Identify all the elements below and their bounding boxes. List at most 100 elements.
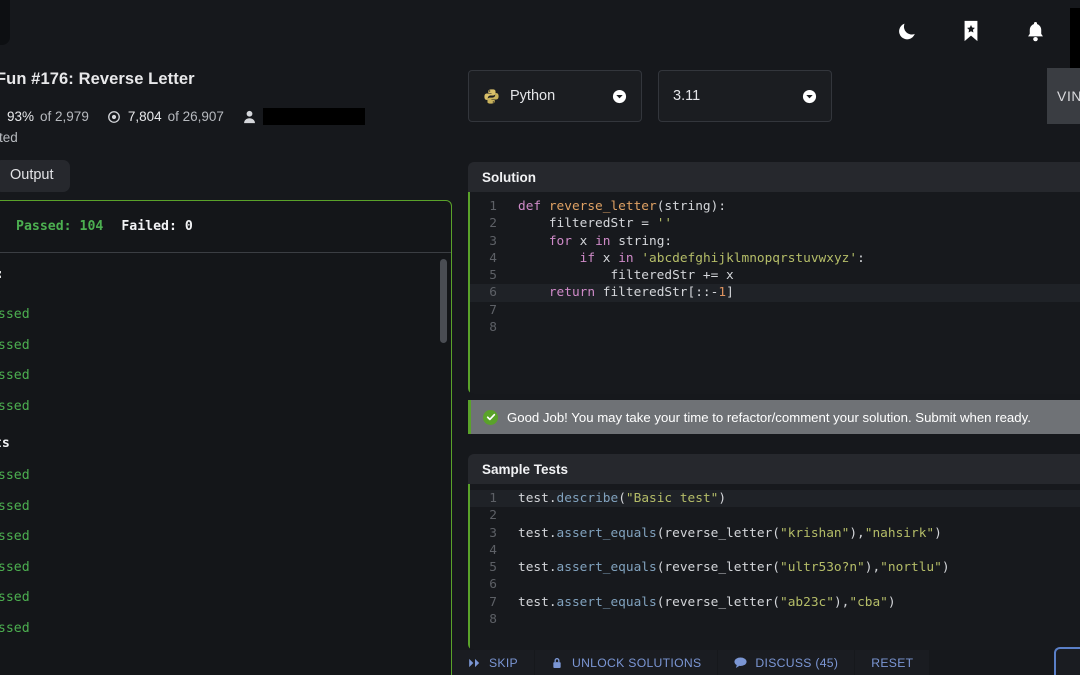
code-line-content: return filteredStr[::-1]: [548, 285, 734, 301]
language-select-value: Python: [510, 88, 556, 104]
left-panel: e Fun #176: Reverse Letter 93% of 2,979 …: [0, 62, 452, 675]
code-line-content: [506, 611, 518, 628]
line-number: 2: [489, 216, 497, 232]
code-line[interactable]: 3 test.assert_equals(reverse_letter("kris…: [470, 525, 1080, 542]
satisfaction-icon: [0, 109, 1, 124]
target-icon: [107, 109, 122, 124]
reset-button-label: RESET: [871, 655, 914, 670]
python-logo-icon: [483, 88, 500, 105]
action-bar: SKIP UNLOCK SOLUTIONS DISCUSS (45) RESET: [452, 647, 1080, 675]
reset-button[interactable]: RESET: [855, 650, 931, 675]
code-line[interactable]: 4 if x in 'abcdefghijklmnopqrstuvwxyz':: [470, 250, 1080, 267]
code-line[interactable]: 6: [470, 576, 1080, 593]
lock-icon: [551, 656, 564, 669]
comment-icon: [734, 656, 747, 669]
side-tab[interactable]: VIN: [1047, 68, 1080, 124]
line-number: 1: [489, 199, 497, 214]
line-number: 8: [489, 320, 497, 336]
code-line-content: [506, 319, 518, 336]
test-result-line: Passed: [0, 468, 30, 483]
page-title: e Fun #176: Reverse Letter: [0, 70, 195, 88]
codewars-kata-trainer: e Fun #176: Reverse Letter 93% of 2,979 …: [0, 0, 1080, 675]
output-group-heading: ests: [0, 436, 10, 451]
tab-output[interactable]: Output: [0, 160, 70, 192]
submit-button[interactable]: [1054, 647, 1080, 675]
stat-satisfaction-detail: of 2,979: [40, 109, 89, 124]
line-number: 7: [489, 302, 497, 318]
code-line-content: filteredStr += x: [518, 268, 734, 284]
stat-completions: 7,804 of 26,907: [107, 109, 224, 124]
code-line-content: if x in 'abcdefghijklmnopqrstuvwxyz':: [579, 250, 865, 266]
code-line-content: [506, 302, 518, 319]
code-line[interactable]: 8: [470, 319, 1080, 336]
line-number: 4: [489, 542, 497, 558]
output-summary: Passed: 104 Failed: 0: [0, 201, 451, 253]
chevron-down-icon: [612, 89, 627, 104]
kata-author[interactable]: [242, 108, 365, 125]
dark-mode-moon-icon[interactable]: [894, 18, 920, 44]
sample-tests-panel: Sample Tests 1 test.describe("Basic test"…: [468, 454, 1080, 650]
right-panel: Python 3.11 Solution 1 def reverse_letter…: [452, 62, 1080, 675]
language-select[interactable]: Python: [468, 70, 642, 122]
code-line-content: for x in string:: [548, 233, 673, 249]
kata-stats: 93% of 2,979 7,804 of 26,907: [0, 108, 466, 125]
sidebar-notch: [0, 0, 10, 45]
code-line[interactable]: 3 for x in string:: [470, 233, 1080, 250]
line-number: 3: [489, 233, 497, 249]
code-line-content: [506, 542, 518, 559]
skip-button-label: SKIP: [489, 655, 518, 670]
test-result-line: Passed: [0, 620, 30, 636]
line-number: 8: [489, 612, 497, 628]
author-name-redacted: [262, 108, 365, 125]
code-line[interactable]: 2 filteredStr = '': [470, 215, 1080, 232]
fast-forward-icon: [468, 656, 481, 669]
output-heading: ts:: [0, 267, 451, 282]
version-select-value: 3.11: [673, 88, 701, 104]
stat-satisfaction-value: 93%: [7, 109, 35, 124]
line-number: 2: [489, 508, 497, 524]
code-line[interactable]: 5 filteredStr += x: [470, 267, 1080, 284]
code-line-content: def reverse_letter(string):: [518, 199, 727, 214]
notifications-bell-icon[interactable]: [1022, 18, 1048, 44]
screen-edge-cut: [1070, 8, 1080, 70]
discuss-button[interactable]: DISCUSS (45): [718, 650, 856, 675]
code-line-content: [506, 507, 518, 524]
code-line[interactable]: 1 test.describe("Basic test"): [470, 490, 1080, 508]
test-result-line: Passed: [0, 337, 30, 353]
code-line[interactable]: 7: [470, 302, 1080, 319]
solution-code-editor[interactable]: 1 def reverse_letter(string): 2 filteredSt…: [468, 192, 1080, 394]
line-number: 7: [489, 594, 497, 610]
test-result-line: Passed: [0, 559, 30, 575]
code-line[interactable]: 1 def reverse_letter(string):: [470, 198, 1080, 215]
chevron-down-icon: [802, 89, 817, 104]
unlock-solutions-label: UNLOCK SOLUTIONS: [571, 655, 702, 670]
code-line-content: filteredStr = '': [518, 216, 673, 232]
test-result-line: Passed: [0, 398, 30, 414]
test-result-line: Passed: [0, 368, 30, 383]
code-line[interactable]: 6 return filteredStr[::-1]: [470, 284, 1080, 302]
discuss-button-label: DISCUSS (45): [755, 655, 839, 670]
solution-panel: Solution 1 def reverse_letter(string): 2 f…: [468, 162, 1080, 394]
code-line[interactable]: 5 test.assert_equals(reverse_letter("ultr…: [470, 559, 1080, 576]
output-scrollbar-thumb[interactable]: [440, 259, 447, 343]
code-line-content: [506, 576, 518, 593]
code-line[interactable]: 8: [470, 611, 1080, 628]
code-line[interactable]: 7 test.assert_equals(reverse_letter("ab23…: [470, 594, 1080, 611]
sample-tests-code-editor[interactable]: 1 test.describe("Basic test") 2 3 test.asser…: [468, 484, 1080, 650]
version-select[interactable]: 3.11: [658, 70, 832, 122]
code-line[interactable]: 2: [470, 507, 1080, 524]
test-result-line: Passed: [0, 590, 30, 605]
code-line[interactable]: 4: [470, 542, 1080, 559]
output-panel: Passed: 104 Failed: 0 ts: Passed Passed …: [0, 200, 452, 675]
top-bar-icon-group: [894, 0, 1062, 62]
bookmark-star-icon[interactable]: [958, 18, 984, 44]
unlock-solutions-button[interactable]: UNLOCK SOLUTIONS: [534, 650, 719, 675]
output-body: ts: Passed Passed Passed Passed ests Pas…: [0, 253, 451, 644]
status-banner: Good Job! You may take your time to refa…: [468, 400, 1080, 434]
line-number: 5: [489, 268, 497, 284]
line-number: 6: [489, 285, 497, 301]
code-line-content: test.assert_equals(reverse_letter("krish…: [518, 525, 942, 541]
skip-button[interactable]: SKIP: [452, 650, 535, 675]
line-number: 3: [489, 525, 497, 541]
stat-completions-detail: of 26,907: [167, 109, 224, 124]
